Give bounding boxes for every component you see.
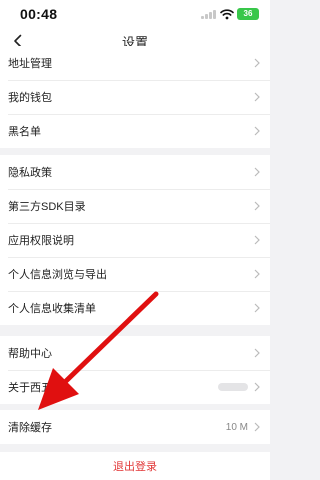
settings-item-clear-cache[interactable]: 清除缓存 10 M — [0, 410, 270, 444]
settings-group-help: 帮助中心 关于西五 — [0, 336, 270, 404]
chevron-right-icon — [254, 422, 260, 432]
chevron-right-icon — [254, 382, 260, 392]
settings-item-label: 应用权限说明 — [8, 235, 74, 247]
wifi-icon — [220, 9, 234, 20]
settings-item-label: 关于西五 — [8, 382, 52, 394]
version-value-blurred — [218, 383, 248, 391]
chevron-right-icon — [254, 58, 260, 68]
settings-item-label: 第三方SDK目录 — [8, 201, 86, 213]
settings-item-label: 地址管理 — [8, 58, 52, 70]
settings-item-info-export[interactable]: 个人信息浏览与导出 — [0, 257, 270, 291]
chevron-right-icon — [254, 126, 260, 136]
chevron-right-icon — [254, 201, 260, 211]
chevron-right-icon — [254, 167, 260, 177]
status-time: 00:48 — [20, 6, 58, 22]
battery-icon: 36 — [237, 8, 259, 20]
settings-item-label: 个人信息浏览与导出 — [8, 269, 107, 281]
settings-group-privacy: 隐私政策 第三方SDK目录 应用权限说明 个人信息浏览与导出 个人信息收集清单 — [0, 155, 270, 325]
status-bar: 00:48 36 — [0, 0, 270, 28]
settings-item-blacklist[interactable]: 黑名单 — [0, 114, 270, 148]
settings-group-cache: 清除缓存 10 M — [0, 410, 270, 444]
settings-item-label: 我的钱包 — [8, 92, 52, 104]
settings-item-label: 隐私政策 — [8, 167, 52, 179]
chevron-right-icon — [254, 92, 260, 102]
settings-item-label: 个人信息收集清单 — [8, 303, 96, 315]
chevron-right-icon — [254, 303, 260, 313]
chevron-right-icon — [254, 348, 260, 358]
settings-item-address[interactable]: 地址管理 — [0, 46, 270, 80]
logout-label: 退出登录 — [113, 461, 157, 473]
signal-icon — [201, 10, 217, 19]
settings-item-label: 帮助中心 — [8, 348, 52, 360]
settings-item-label: 清除缓存 — [8, 422, 52, 434]
settings-group-account: 地址管理 我的钱包 黑名单 — [0, 46, 270, 148]
settings-item-sdk-list[interactable]: 第三方SDK目录 — [0, 189, 270, 223]
settings-item-privacy-policy[interactable]: 隐私政策 — [0, 155, 270, 189]
logout-button[interactable]: 退出登录 — [0, 452, 270, 480]
settings-item-help-center[interactable]: 帮助中心 — [0, 336, 270, 370]
cache-size-value: 10 M — [225, 421, 248, 433]
settings-item-label: 黑名单 — [8, 126, 41, 138]
settings-item-info-collection[interactable]: 个人信息收集清单 — [0, 291, 270, 325]
settings-item-wallet[interactable]: 我的钱包 — [0, 80, 270, 114]
chevron-right-icon — [254, 269, 260, 279]
settings-item-permissions[interactable]: 应用权限说明 — [0, 223, 270, 257]
chevron-right-icon — [254, 235, 260, 245]
settings-item-about[interactable]: 关于西五 — [0, 370, 270, 404]
